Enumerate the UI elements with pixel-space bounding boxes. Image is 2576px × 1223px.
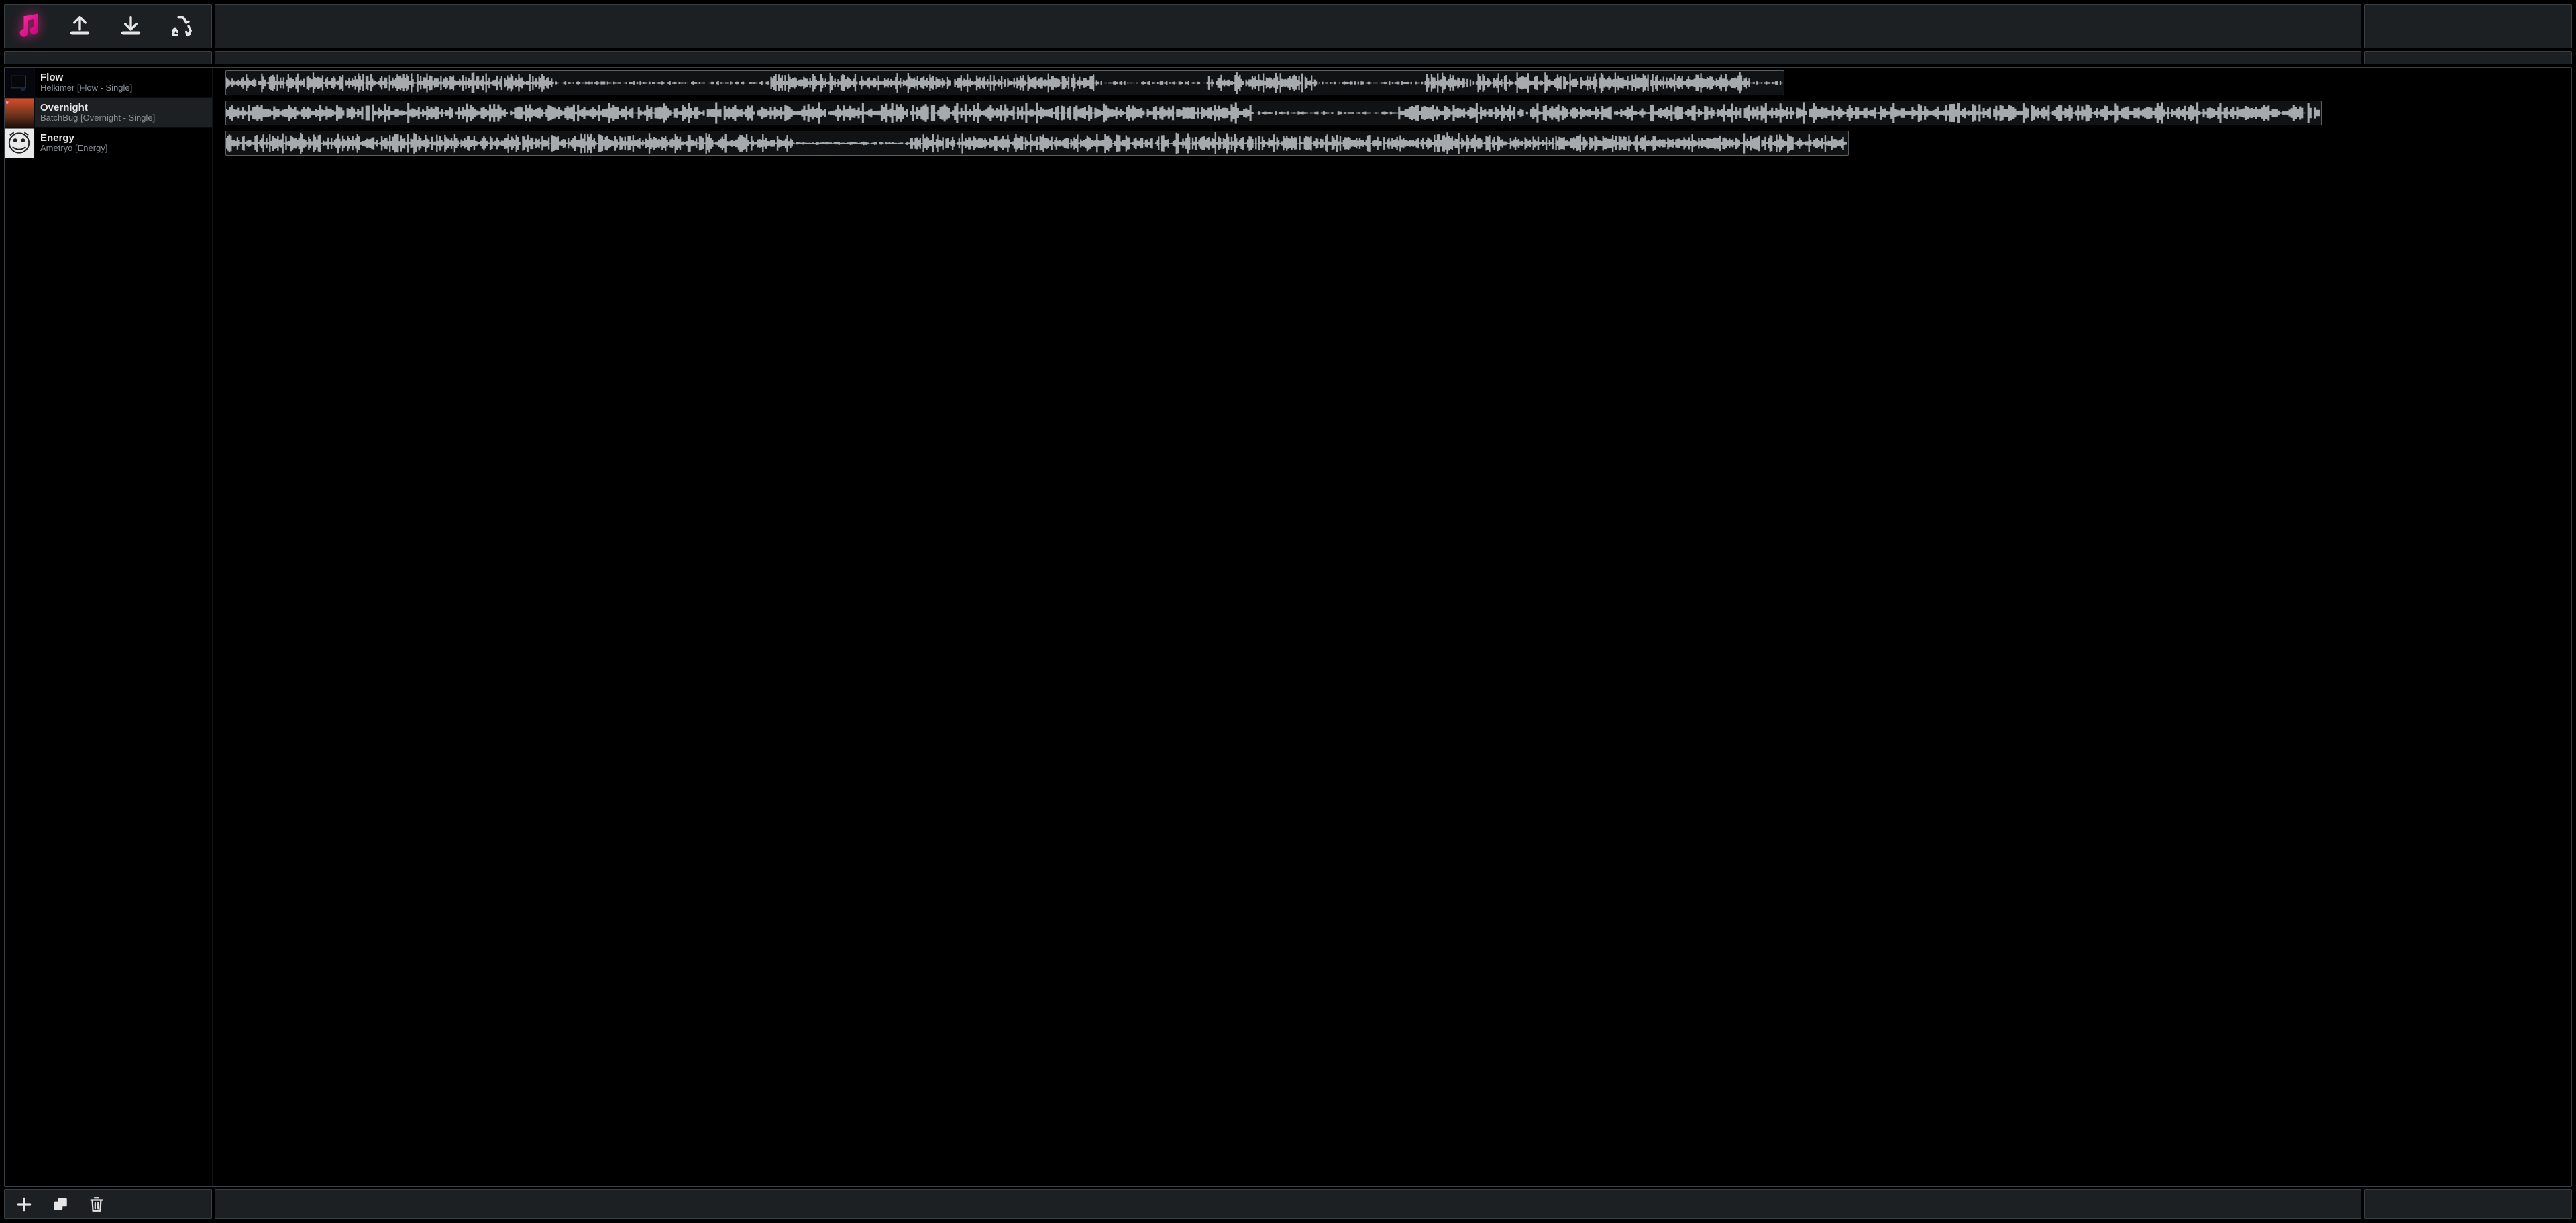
- track-title: Flow: [40, 72, 132, 84]
- toolbar-top-center: [215, 4, 2361, 48]
- track-title: Energy: [40, 133, 107, 144]
- svg-text:B: B: [6, 101, 9, 105]
- ruler-left: [4, 51, 212, 64]
- toolbar-bottom-center: [215, 1189, 2361, 1219]
- track-list: Flow Helkimer [Flow - Single]: [5, 68, 213, 1186]
- toolbar-top-right: [2364, 4, 2572, 48]
- track-subtitle: Ametryo [Energy]: [40, 144, 107, 153]
- download-icon[interactable]: [117, 13, 144, 40]
- plus-icon[interactable]: [15, 1195, 33, 1213]
- audio-clip[interactable]: [225, 70, 1784, 95]
- timeline-lane[interactable]: [213, 68, 2363, 98]
- toolbar-top-left: [4, 4, 212, 48]
- timeline[interactable]: [213, 68, 2363, 1186]
- audio-clip[interactable]: [225, 131, 1849, 156]
- track-title: Overnight: [40, 103, 155, 114]
- layers-icon[interactable]: [52, 1195, 69, 1213]
- track-thumbnail: [5, 128, 35, 158]
- side-panel: [2363, 68, 2571, 1186]
- audio-clip[interactable]: [225, 101, 2322, 125]
- track-row[interactable]: Energy Ametryo [Energy]: [5, 128, 212, 158]
- toolbar-bottom-left: [4, 1189, 212, 1219]
- track-row[interactable]: Flow Helkimer [Flow - Single]: [5, 68, 212, 98]
- timeline-lane[interactable]: [213, 128, 2363, 158]
- timeline-lane[interactable]: [213, 98, 2363, 128]
- track-subtitle: BatchBug [Overnight - Single]: [40, 113, 155, 123]
- track-thumbnail: B: [5, 98, 35, 128]
- track-subtitle: Helkimer [Flow - Single]: [40, 83, 132, 93]
- track-row[interactable]: B Overnight BatchBug [Overnight - Single…: [5, 98, 212, 128]
- trash-icon[interactable]: [88, 1195, 105, 1213]
- toolbar-bottom-right: [2364, 1189, 2572, 1219]
- ruler-center[interactable]: [215, 51, 2361, 64]
- upload-icon[interactable]: [66, 13, 93, 40]
- track-thumbnail: [5, 68, 35, 98]
- recycle-icon[interactable]: [168, 13, 195, 40]
- music-note-icon[interactable]: [15, 13, 42, 40]
- ruler-right: [2364, 51, 2572, 64]
